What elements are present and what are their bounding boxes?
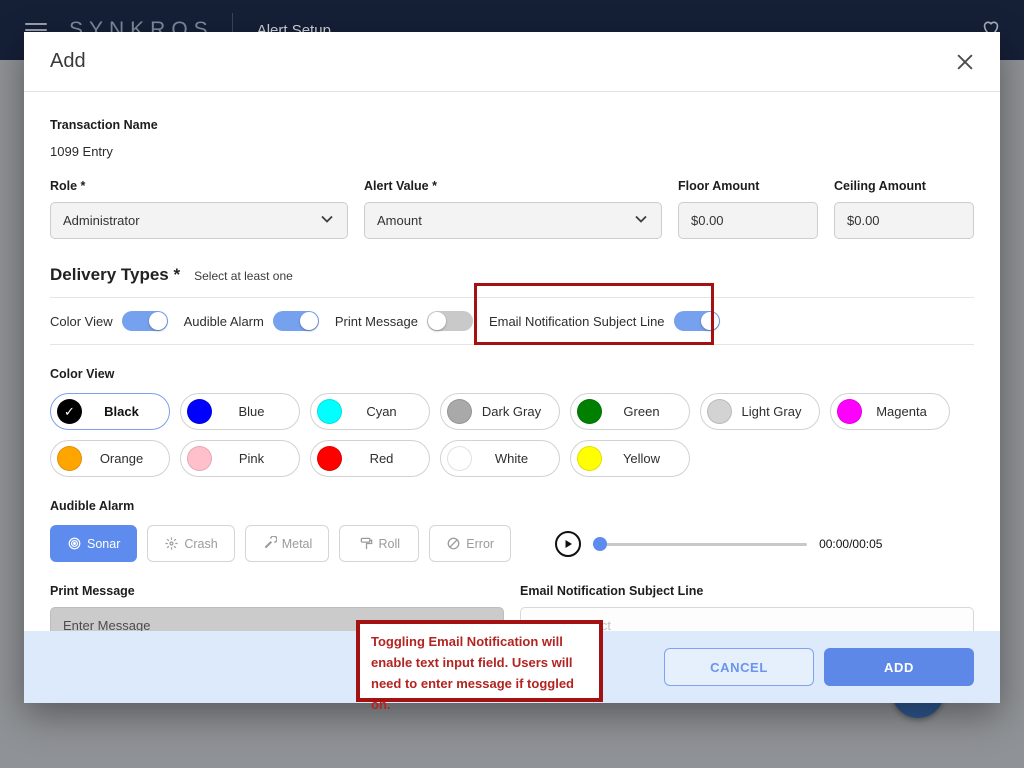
color-chip-label: Red: [369, 451, 394, 466]
add-button[interactable]: ADD: [824, 648, 974, 686]
chevron-down-icon: [319, 211, 335, 230]
color-chip-light-gray[interactable]: Light Gray: [700, 393, 820, 430]
color-chip-label: Blue: [238, 404, 265, 419]
color-chip-cyan[interactable]: Cyan: [310, 393, 430, 430]
color-swatch: [447, 399, 472, 424]
audio-time: 00:00/00:05: [819, 536, 883, 551]
color-chip-pink[interactable]: Pink: [180, 440, 300, 477]
sound-button-crash[interactable]: Crash: [147, 525, 235, 562]
color-swatch: [187, 399, 212, 424]
ceiling-amount-label: Ceiling Amount: [834, 179, 926, 193]
toggle-switch-on[interactable]: [673, 311, 720, 331]
toggle-audible-alarm[interactable]: Audible Alarm: [184, 311, 319, 331]
sound-button-sonar[interactable]: Sonar: [50, 525, 138, 562]
modal-title: Add: [50, 50, 86, 72]
color-chip-label: White: [494, 451, 529, 466]
color-chip-label: Black: [104, 404, 139, 419]
color-view-section-label: Color View: [50, 367, 115, 381]
alert-value-selected: Amount: [377, 213, 422, 228]
color-chip-green[interactable]: Green: [570, 393, 690, 430]
color-chip-label: Dark Gray: [481, 404, 542, 419]
sound-button-label: Sonar: [87, 536, 121, 551]
sound-button-label: Crash: [184, 536, 218, 551]
color-swatch: [707, 399, 732, 424]
sound-button-label: Metal: [281, 536, 313, 551]
color-chip-dark-gray[interactable]: Dark Gray: [440, 393, 560, 430]
color-swatch: [837, 399, 862, 424]
sound-options: Sonar Crash Metal Roll Error: [50, 525, 521, 562]
sound-button-label: Error: [466, 536, 495, 551]
color-chip-red[interactable]: Red: [310, 440, 430, 477]
color-swatch: [317, 446, 342, 471]
audio-player: 00:00/00:05: [555, 530, 883, 557]
toggle-label: Print Message: [334, 313, 418, 329]
toggle-label: Audible Alarm: [183, 313, 264, 329]
color-swatch: [57, 446, 82, 471]
color-swatch: ✓: [57, 399, 82, 424]
sound-button-metal[interactable]: Metal: [244, 525, 330, 562]
alert-value-label: Alert Value *: [364, 179, 437, 193]
color-options: ✓ Black Blue Cyan Dark Gray Green Light Gray Ma…: [50, 393, 974, 477]
delivery-types-heading: Delivery Types *: [50, 265, 181, 284]
audible-alarm-section-label: Audible Alarm: [50, 499, 135, 513]
color-swatch: [317, 399, 342, 424]
chevron-down-icon: [633, 211, 649, 230]
color-chip-blue[interactable]: Blue: [180, 393, 300, 430]
toggle-email-notification-subject-line[interactable]: Email Notification Subject Line: [489, 311, 720, 331]
color-swatch: [577, 446, 602, 471]
sound-options-row: Sonar Crash Metal Roll Error 00:00/00:05: [50, 525, 974, 562]
toggle-print-message[interactable]: Print Message: [335, 311, 473, 331]
color-swatch: [577, 399, 602, 424]
transaction-name-value: 1099 Entry: [50, 144, 113, 159]
role-selected-value: Administrator: [63, 213, 140, 228]
cancel-button[interactable]: CANCEL: [664, 648, 814, 686]
toggle-switch-off[interactable]: [426, 311, 473, 331]
delivery-toggles-row: Color View Audible Alarm Print Message Emai…: [50, 297, 974, 345]
color-chip-black[interactable]: ✓ Black: [50, 393, 170, 430]
color-chip-orange[interactable]: Orange: [50, 440, 170, 477]
roller-icon: [359, 536, 374, 551]
color-swatch: [447, 446, 472, 471]
add-alert-modal: Add Transaction Name 1099 Entry Role * A…: [24, 32, 1000, 712]
role-select[interactable]: Administrator: [50, 202, 348, 239]
sound-button-label: Roll: [378, 536, 401, 551]
color-swatch: [187, 446, 212, 471]
delivery-types-note: Select at least one: [194, 269, 293, 283]
floor-amount-label: Floor Amount: [678, 179, 760, 193]
color-chip-yellow[interactable]: Yellow: [570, 440, 690, 477]
floor-amount-input[interactable]: [678, 202, 818, 239]
color-chip-label: Yellow: [622, 451, 661, 466]
toggle-label: Color View: [50, 313, 113, 329]
crash-icon: [164, 536, 179, 551]
play-icon[interactable]: [555, 530, 582, 557]
transaction-name-label: Transaction Name: [50, 118, 158, 132]
color-chip-label: Light Gray: [741, 404, 802, 419]
close-icon[interactable]: [954, 51, 976, 73]
color-chip-label: Orange: [99, 451, 144, 466]
error-icon: [446, 536, 461, 551]
print-message-label: Print Message: [50, 584, 135, 598]
color-chip-label: Cyan: [366, 404, 397, 419]
sound-button-error[interactable]: Error: [429, 525, 512, 562]
alert-value-select[interactable]: Amount: [364, 202, 662, 239]
role-label: Role *: [50, 179, 86, 193]
slider-knob[interactable]: [593, 536, 608, 551]
annotation-note: Toggling Email Notification will enable …: [356, 620, 603, 712]
color-chip-label: Green: [623, 404, 660, 419]
toggle-label: Email Notification Subject Line: [488, 313, 665, 329]
wrench-icon: [262, 536, 277, 551]
check-icon: ✓: [64, 403, 75, 419]
color-chip-magenta[interactable]: Magenta: [830, 393, 950, 430]
toggle-switch-on[interactable]: [121, 311, 168, 331]
email-subject-label: Email Notification Subject Line: [520, 584, 704, 598]
ceiling-amount-input[interactable]: [834, 202, 974, 239]
audio-progress-slider[interactable]: [593, 536, 808, 551]
sonar-icon: [67, 536, 82, 551]
color-chip-white[interactable]: White: [440, 440, 560, 477]
sound-button-roll[interactable]: Roll: [339, 525, 420, 562]
toggle-switch-on[interactable]: [272, 311, 319, 331]
toggle-color-view[interactable]: Color View: [50, 311, 168, 331]
color-chip-label: Magenta: [876, 404, 927, 419]
color-chip-label: Pink: [238, 451, 265, 466]
